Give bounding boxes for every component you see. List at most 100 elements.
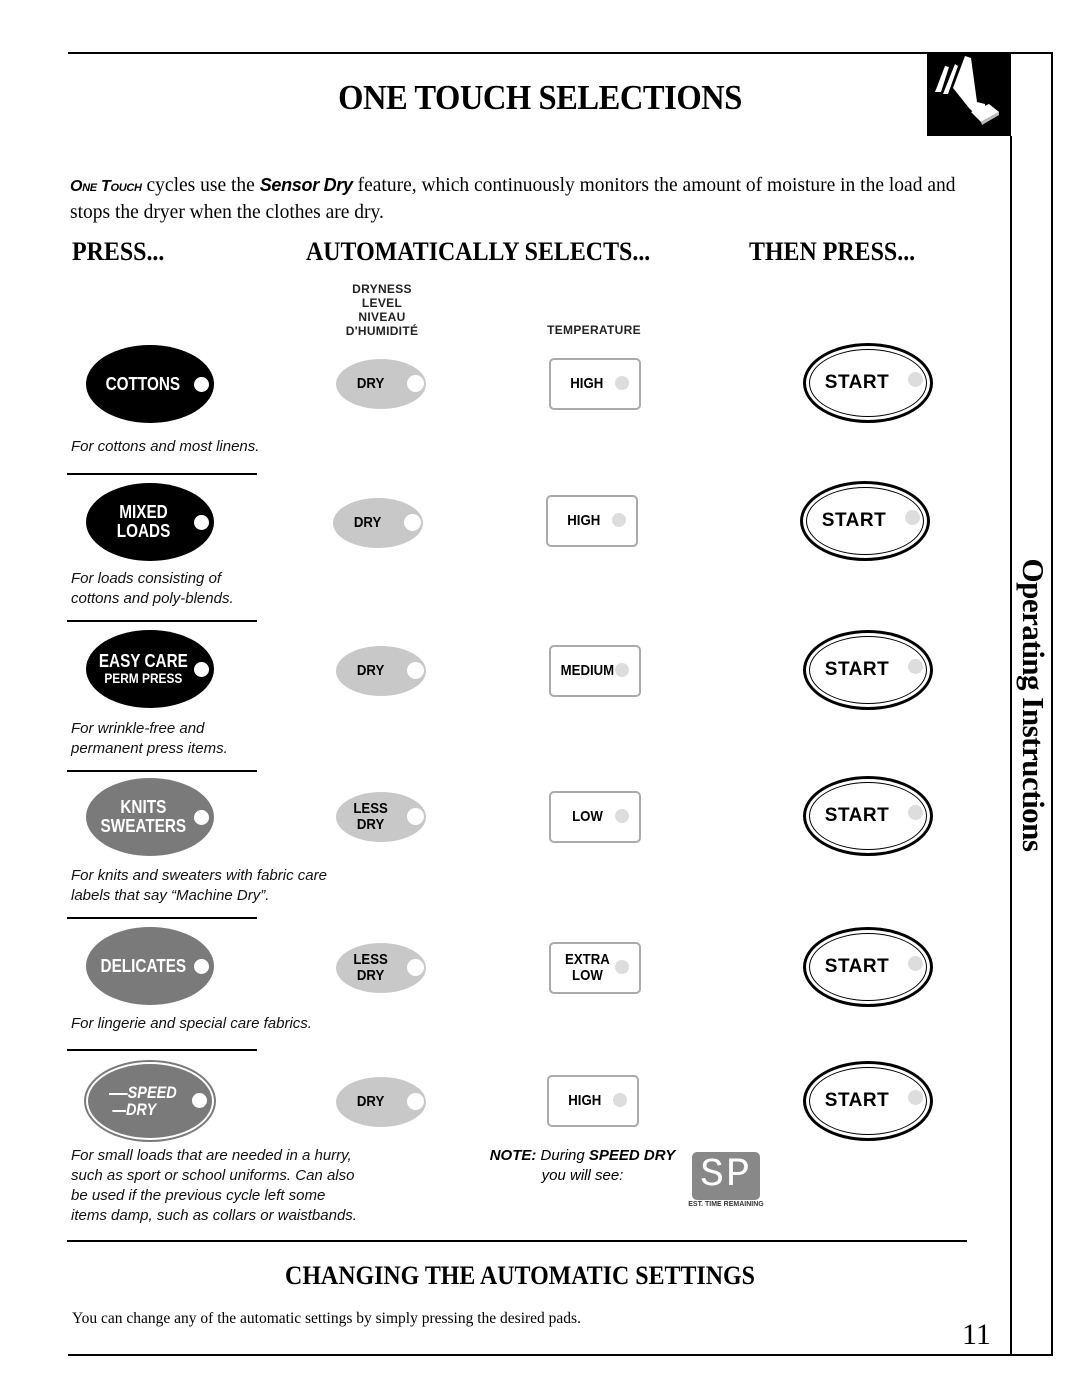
cycle-label: DELICATES bbox=[100, 955, 186, 976]
temperature-high-button[interactable]: HIGH bbox=[547, 1075, 639, 1127]
speed-dry-description: For small loads that are needed in a hur… bbox=[71, 1147, 357, 1224]
row-separator bbox=[67, 473, 257, 475]
indicator-light bbox=[908, 805, 923, 820]
temperature-label: HIGH bbox=[570, 375, 604, 392]
changing-settings-body: You can change any of the automatic sett… bbox=[72, 1310, 581, 1327]
indicator-light bbox=[407, 1093, 424, 1110]
start-button[interactable]: START bbox=[803, 1061, 933, 1141]
temperature-medium-button[interactable]: MEDIUM bbox=[549, 645, 641, 697]
one-touch-term: One Touch bbox=[70, 178, 142, 195]
start-label: START bbox=[824, 1090, 890, 1111]
page-title: ONE TOUCH SELECTIONS bbox=[338, 78, 742, 117]
indicator-light bbox=[407, 808, 424, 825]
top-rule bbox=[68, 52, 1052, 54]
start-label: START bbox=[821, 510, 887, 531]
dryness-label: DRYNESS bbox=[352, 282, 412, 296]
indicator-light bbox=[407, 959, 424, 976]
dryness-dry-indicator[interactable]: DRY bbox=[336, 359, 426, 409]
speed-dry-note: NOTE: During SPEED DRY you will see: bbox=[470, 1146, 695, 1186]
note-line-2: you will see: bbox=[541, 1167, 624, 1184]
display-caption: EST. TIME REMAINING bbox=[688, 1201, 764, 1208]
indicator-light bbox=[615, 809, 629, 823]
page-number: 11 bbox=[962, 1318, 991, 1351]
cycle-label: SPEED DRY bbox=[109, 1084, 177, 1118]
humidite-label: D'HUMIDITÉ bbox=[345, 324, 419, 338]
indicator-light bbox=[194, 377, 209, 392]
start-button[interactable]: START bbox=[800, 481, 930, 561]
knits-description: For knits and sweaters with fabric care … bbox=[71, 867, 327, 904]
dryness-label: DRY bbox=[357, 375, 385, 392]
cottons-description: For cottons and most linens. bbox=[71, 438, 260, 455]
easy-care-perm-press-button[interactable]: EASY CARE PERM PRESS bbox=[86, 630, 214, 708]
level-label: LEVEL bbox=[361, 296, 403, 310]
temperature-label: MEDIUM bbox=[560, 662, 614, 679]
note-text: During bbox=[536, 1147, 589, 1164]
indicator-light bbox=[615, 376, 629, 390]
delicates-button[interactable]: DELICATES bbox=[86, 927, 214, 1005]
dryness-label: DRY bbox=[354, 514, 382, 531]
cycle-label: COTTONS bbox=[105, 373, 181, 394]
indicator-light bbox=[407, 662, 424, 679]
indicator-light bbox=[194, 515, 209, 530]
speed-dry-button[interactable]: SPEED DRY bbox=[86, 1062, 214, 1140]
dryness-label: DRY bbox=[357, 1093, 385, 1110]
delicates-description: For lingerie and special care fabrics. bbox=[71, 1015, 312, 1032]
indicator-light bbox=[612, 513, 626, 527]
sensor-dry-term: Sensor Dry bbox=[259, 175, 353, 195]
column-header-auto-selects: AUTOMATICALLY SELECTS... bbox=[306, 237, 651, 266]
dryness-less-dry-indicator[interactable]: LESS DRY bbox=[336, 792, 426, 842]
cottons-button[interactable]: COTTONS bbox=[86, 345, 214, 423]
dryness-dry-indicator[interactable]: DRY bbox=[336, 646, 426, 696]
dryness-dry-indicator[interactable]: DRY bbox=[336, 1077, 426, 1127]
cycle-label: KNITS SWEATERS bbox=[100, 797, 186, 836]
start-label: START bbox=[824, 659, 890, 680]
side-tab-operating-instructions: Operating Instructions bbox=[1016, 558, 1051, 852]
column-header-then-press: THEN PRESS... bbox=[749, 237, 916, 266]
row-separator bbox=[67, 770, 257, 772]
intro-text-1: cycles use the bbox=[141, 175, 260, 196]
row-separator bbox=[67, 917, 257, 919]
temperature-high-button[interactable]: HIGH bbox=[549, 358, 641, 410]
indicator-light bbox=[194, 662, 209, 677]
temperature-label: HIGH bbox=[568, 1092, 602, 1109]
dryness-label: LESS DRY bbox=[353, 800, 389, 833]
temperature-label: LOW bbox=[571, 808, 603, 825]
dryness-dry-indicator[interactable]: DRY bbox=[333, 498, 423, 548]
indicator-light bbox=[908, 1090, 923, 1105]
column-header-press: PRESS... bbox=[72, 237, 165, 266]
indicator-light bbox=[615, 960, 629, 974]
indicator-light bbox=[192, 1093, 207, 1108]
bottom-rule bbox=[68, 1354, 1053, 1356]
dryness-level-header: DRYNESS LEVEL NIVEAU D'HUMIDITÉ bbox=[322, 282, 442, 338]
intro-paragraph: One Touch cycles use the Sensor Dry feat… bbox=[70, 172, 970, 226]
start-button[interactable]: START bbox=[803, 630, 933, 710]
temperature-label: HIGH bbox=[567, 512, 601, 529]
start-button[interactable]: START bbox=[803, 343, 933, 423]
temperature-extra-low-button[interactable]: EXTRA LOW bbox=[549, 942, 641, 994]
cycle-label: EASY CARE PERM PRESS bbox=[98, 650, 188, 686]
row-separator bbox=[67, 620, 257, 622]
indicator-light bbox=[615, 663, 629, 677]
indicator-light bbox=[194, 959, 209, 974]
mixed-loads-description: For loads consisting of cottons and poly… bbox=[71, 570, 234, 607]
start-label: START bbox=[824, 956, 890, 977]
dryness-label: DRY bbox=[357, 662, 385, 679]
dryness-label: LESS DRY bbox=[353, 951, 389, 984]
start-button[interactable]: START bbox=[803, 776, 933, 856]
knits-sweaters-button[interactable]: KNITS SWEATERS bbox=[86, 778, 214, 856]
indicator-light bbox=[404, 514, 421, 531]
section-divider bbox=[67, 1240, 967, 1242]
indicator-light bbox=[908, 372, 923, 387]
mixed-loads-button[interactable]: MIXED LOADS bbox=[86, 483, 214, 561]
start-button[interactable]: START bbox=[803, 927, 933, 1007]
display-readout: SP bbox=[692, 1152, 760, 1200]
temperature-low-button[interactable]: LOW bbox=[549, 791, 641, 843]
indicator-light bbox=[905, 510, 920, 525]
niveau-label: NIVEAU bbox=[358, 310, 406, 324]
indicator-light bbox=[613, 1093, 627, 1107]
dryness-less-dry-indicator[interactable]: LESS DRY bbox=[336, 943, 426, 993]
temperature-high-button[interactable]: HIGH bbox=[546, 495, 638, 547]
note-prefix: NOTE: bbox=[489, 1147, 537, 1164]
changing-settings-heading: CHANGING THE AUTOMATIC SETTINGS bbox=[285, 1261, 755, 1290]
temperature-header: TEMPERATURE bbox=[547, 323, 641, 337]
